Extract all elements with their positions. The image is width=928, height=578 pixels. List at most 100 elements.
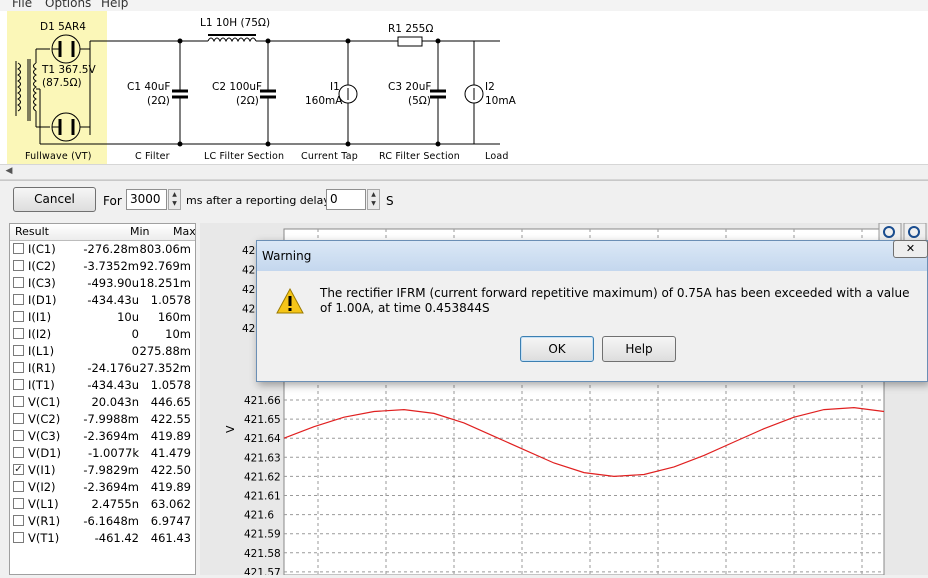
result-row[interactable]: I(T1) -434.43u 1.0578 — [10, 377, 195, 394]
delay-spinner[interactable]: ▲ ▼ — [367, 189, 380, 210]
result-max: 461.43 — [150, 531, 191, 545]
result-checkbox[interactable] — [13, 328, 24, 339]
result-checkbox[interactable] — [13, 362, 24, 373]
result-name: V(I2) — [28, 480, 56, 494]
result-row[interactable]: V(C3) -2.3694m 419.89 — [10, 428, 195, 445]
cancel-button[interactable]: Cancel — [13, 187, 96, 212]
result-name: I(R1) — [28, 361, 56, 375]
result-checkbox[interactable] — [13, 430, 24, 441]
result-checkbox[interactable] — [13, 481, 24, 492]
result-min: -1.0077k — [87, 446, 139, 460]
result-max: 422.50 — [150, 463, 191, 477]
i1-label: I1 — [330, 81, 340, 93]
result-row[interactable]: I(C3) -493.90u 18.251m — [10, 275, 195, 292]
result-row[interactable]: V(I2) -2.3694m 419.89 — [10, 479, 195, 496]
menu-options[interactable]: Options — [45, 0, 91, 10]
result-name: V(D1) — [28, 446, 62, 460]
spin-down-icon[interactable]: ▼ — [169, 199, 180, 208]
result-checkbox[interactable] — [13, 311, 24, 322]
result-max: 419.89 — [150, 480, 191, 494]
result-row[interactable]: I(I1) 10u 160m — [10, 309, 195, 326]
result-row[interactable]: V(C1) 20.043n 446.65 — [10, 394, 195, 411]
seconds-label: S — [386, 194, 394, 208]
result-row[interactable]: I(D1) -434.43u 1.0578 — [10, 292, 195, 309]
simulation-toolbar: Cancel For 3000 ▲ ▼ ms after a reporting … — [0, 181, 928, 219]
d1-label: D1 5AR4 — [40, 21, 86, 33]
y-tick-label: 421.61 — [244, 491, 281, 503]
result-row[interactable]: I(C2) -3.7352m 92.769m — [10, 258, 195, 275]
result-min: -276.28m — [83, 242, 139, 256]
i2-value: 10mA — [485, 95, 516, 107]
y-tick-label: 421.64 — [244, 433, 281, 445]
result-max: 275.88m — [139, 344, 191, 358]
result-name: I(C1) — [28, 242, 56, 256]
result-checkbox[interactable] — [13, 260, 24, 271]
result-name: V(T1) — [28, 531, 60, 545]
result-checkbox[interactable] — [13, 532, 24, 543]
result-row[interactable]: V(R1) -6.1648m 6.9747 — [10, 513, 195, 530]
menu-file[interactable]: File — [12, 0, 32, 10]
scroll-left-arrow-icon[interactable]: ◀ — [2, 166, 16, 177]
result-checkbox[interactable] — [13, 243, 24, 254]
menu-help[interactable]: Help — [101, 0, 128, 10]
result-checkbox[interactable] — [13, 498, 24, 509]
section-load: Load — [485, 151, 509, 162]
result-name: I(T1) — [28, 378, 55, 392]
result-row[interactable]: I(R1) -24.176u 27.352m — [10, 360, 195, 377]
result-row[interactable]: V(C2) -7.9988m 422.55 — [10, 411, 195, 428]
section-fullwave: Fullwave (VT) — [25, 151, 92, 162]
results-list[interactable]: Result Min Max I(C1) -276.28m 803.06m I(C2)… — [9, 223, 196, 575]
section-current-tap: Current Tap — [301, 151, 358, 162]
duration-input[interactable]: 3000 — [126, 189, 167, 210]
result-min: -24.176u — [87, 361, 139, 375]
ok-button[interactable]: OK — [520, 336, 594, 362]
header-result[interactable]: Result — [15, 225, 49, 238]
header-min[interactable]: Min — [130, 225, 150, 238]
result-checkbox[interactable] — [13, 294, 24, 305]
result-checkbox[interactable] — [13, 277, 24, 288]
result-name: V(R1) — [28, 514, 61, 528]
result-max: 63.062 — [150, 497, 191, 511]
warning-dialog: Warning The rectifier IFRM (current forw… — [256, 240, 928, 382]
result-name: I(I2) — [28, 327, 52, 341]
spin-up-icon[interactable]: ▲ — [368, 190, 379, 199]
spin-down-icon[interactable]: ▼ — [368, 199, 379, 208]
result-row[interactable]: ✓ V(I1) -7.9829m 422.50 — [10, 462, 195, 479]
result-checkbox[interactable] — [13, 379, 24, 390]
result-max: 6.9747 — [150, 514, 191, 528]
y-tick-label: 421.63 — [244, 452, 281, 464]
y-tick-label: 421.6 — [244, 510, 274, 522]
result-checkbox[interactable] — [13, 396, 24, 407]
delay-input[interactable]: 0 — [326, 189, 366, 210]
result-row[interactable]: I(C1) -276.28m 803.06m — [10, 241, 195, 258]
result-row[interactable]: I(I2) 0 10m — [10, 326, 195, 343]
spin-up-icon[interactable]: ▲ — [169, 190, 180, 199]
y-tick-label: 421.65 — [244, 414, 281, 426]
result-name: I(C2) — [28, 259, 56, 273]
result-checkbox[interactable] — [13, 413, 24, 424]
y-tick-label: 421.57 — [244, 567, 281, 575]
result-max: 160m — [157, 310, 191, 324]
result-row[interactable]: V(L1) 2.4755n 63.062 — [10, 496, 195, 513]
header-max[interactable]: Max — [173, 225, 195, 238]
result-row[interactable]: V(T1) -461.42 461.43 — [10, 530, 195, 547]
result-checkbox[interactable]: ✓ — [13, 464, 24, 475]
warning-icon — [276, 287, 304, 314]
result-name: V(C2) — [28, 412, 61, 426]
result-checkbox[interactable] — [13, 515, 24, 526]
result-max: 1.0578 — [150, 378, 191, 392]
close-icon[interactable]: ✕ — [893, 240, 928, 258]
help-button[interactable]: Help — [602, 336, 676, 362]
horizontal-scrollbar[interactable]: ◀ — [0, 164, 928, 180]
result-name: V(I1) — [28, 463, 56, 477]
i1-value: 160mA — [305, 95, 343, 107]
menu-bar: File Options Help — [0, 0, 928, 11]
result-row[interactable]: V(D1) -1.0077k 41.479 — [10, 445, 195, 462]
result-checkbox[interactable] — [13, 447, 24, 458]
result-row[interactable]: I(L1) 0 275.88m — [10, 343, 195, 360]
result-name: I(L1) — [28, 344, 55, 358]
result-max: 18.251m — [139, 276, 191, 290]
result-max: 422.55 — [150, 412, 191, 426]
result-checkbox[interactable] — [13, 345, 24, 356]
duration-spinner[interactable]: ▲ ▼ — [168, 189, 181, 210]
